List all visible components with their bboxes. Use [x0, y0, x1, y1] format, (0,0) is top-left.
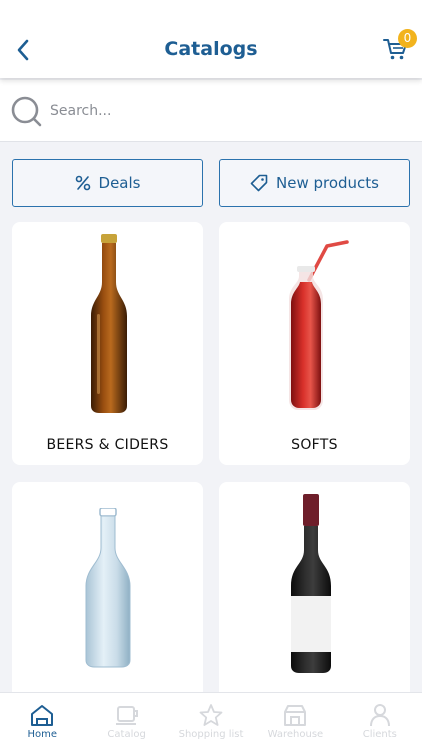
category-card-wine[interactable]: [219, 482, 410, 702]
home-icon: [31, 705, 54, 726]
bottom-tab-bar: Home Catalog Shopping list Warehouse Cli…: [0, 692, 422, 750]
tab-label: Warehouse: [267, 729, 324, 740]
warehouse-icon: [284, 705, 307, 726]
new-products-label: New products: [276, 174, 379, 192]
category-card-softs[interactable]: SOFTS: [219, 222, 410, 465]
water-bottle-image: [85, 508, 131, 668]
search-icon: [11, 96, 42, 127]
percent-icon: [75, 175, 90, 191]
new-products-button[interactable]: New products: [219, 159, 410, 207]
tab-label: Catalog: [107, 729, 146, 740]
app-header: Catalogs 0: [0, 0, 422, 78]
tab-warehouse[interactable]: Warehouse: [253, 693, 337, 750]
category-card-beers-ciders[interactable]: BEERS & CIDERS: [12, 222, 203, 465]
tab-clients[interactable]: Clients: [338, 693, 422, 750]
deals-label: Deals: [98, 174, 141, 192]
tab-label: Shopping list: [178, 729, 244, 740]
soda-bottle-with-straw-image: [289, 240, 349, 410]
tab-home[interactable]: Home: [0, 693, 84, 750]
tab-shopping-list[interactable]: Shopping list: [169, 693, 253, 750]
category-label: SOFTS: [291, 437, 338, 453]
user-icon: [369, 704, 390, 727]
page-title: Catalogs: [164, 38, 258, 60]
beer-bottle-image: [91, 234, 127, 413]
catalog-icon: [115, 706, 138, 725]
search-bar: [0, 80, 422, 142]
tab-catalog[interactable]: Catalog: [84, 693, 168, 750]
tab-label: Clients: [362, 729, 397, 740]
wine-bottle-image: [291, 494, 331, 673]
tab-label: Home: [27, 729, 57, 740]
category-label: BEERS & CIDERS: [46, 437, 169, 453]
cart-count-badge: 0: [398, 29, 417, 48]
tag-icon: [250, 174, 268, 192]
search-input[interactable]: [50, 97, 400, 125]
star-icon: [199, 704, 223, 726]
category-card-water[interactable]: [12, 482, 203, 702]
deals-button[interactable]: Deals: [12, 159, 203, 207]
